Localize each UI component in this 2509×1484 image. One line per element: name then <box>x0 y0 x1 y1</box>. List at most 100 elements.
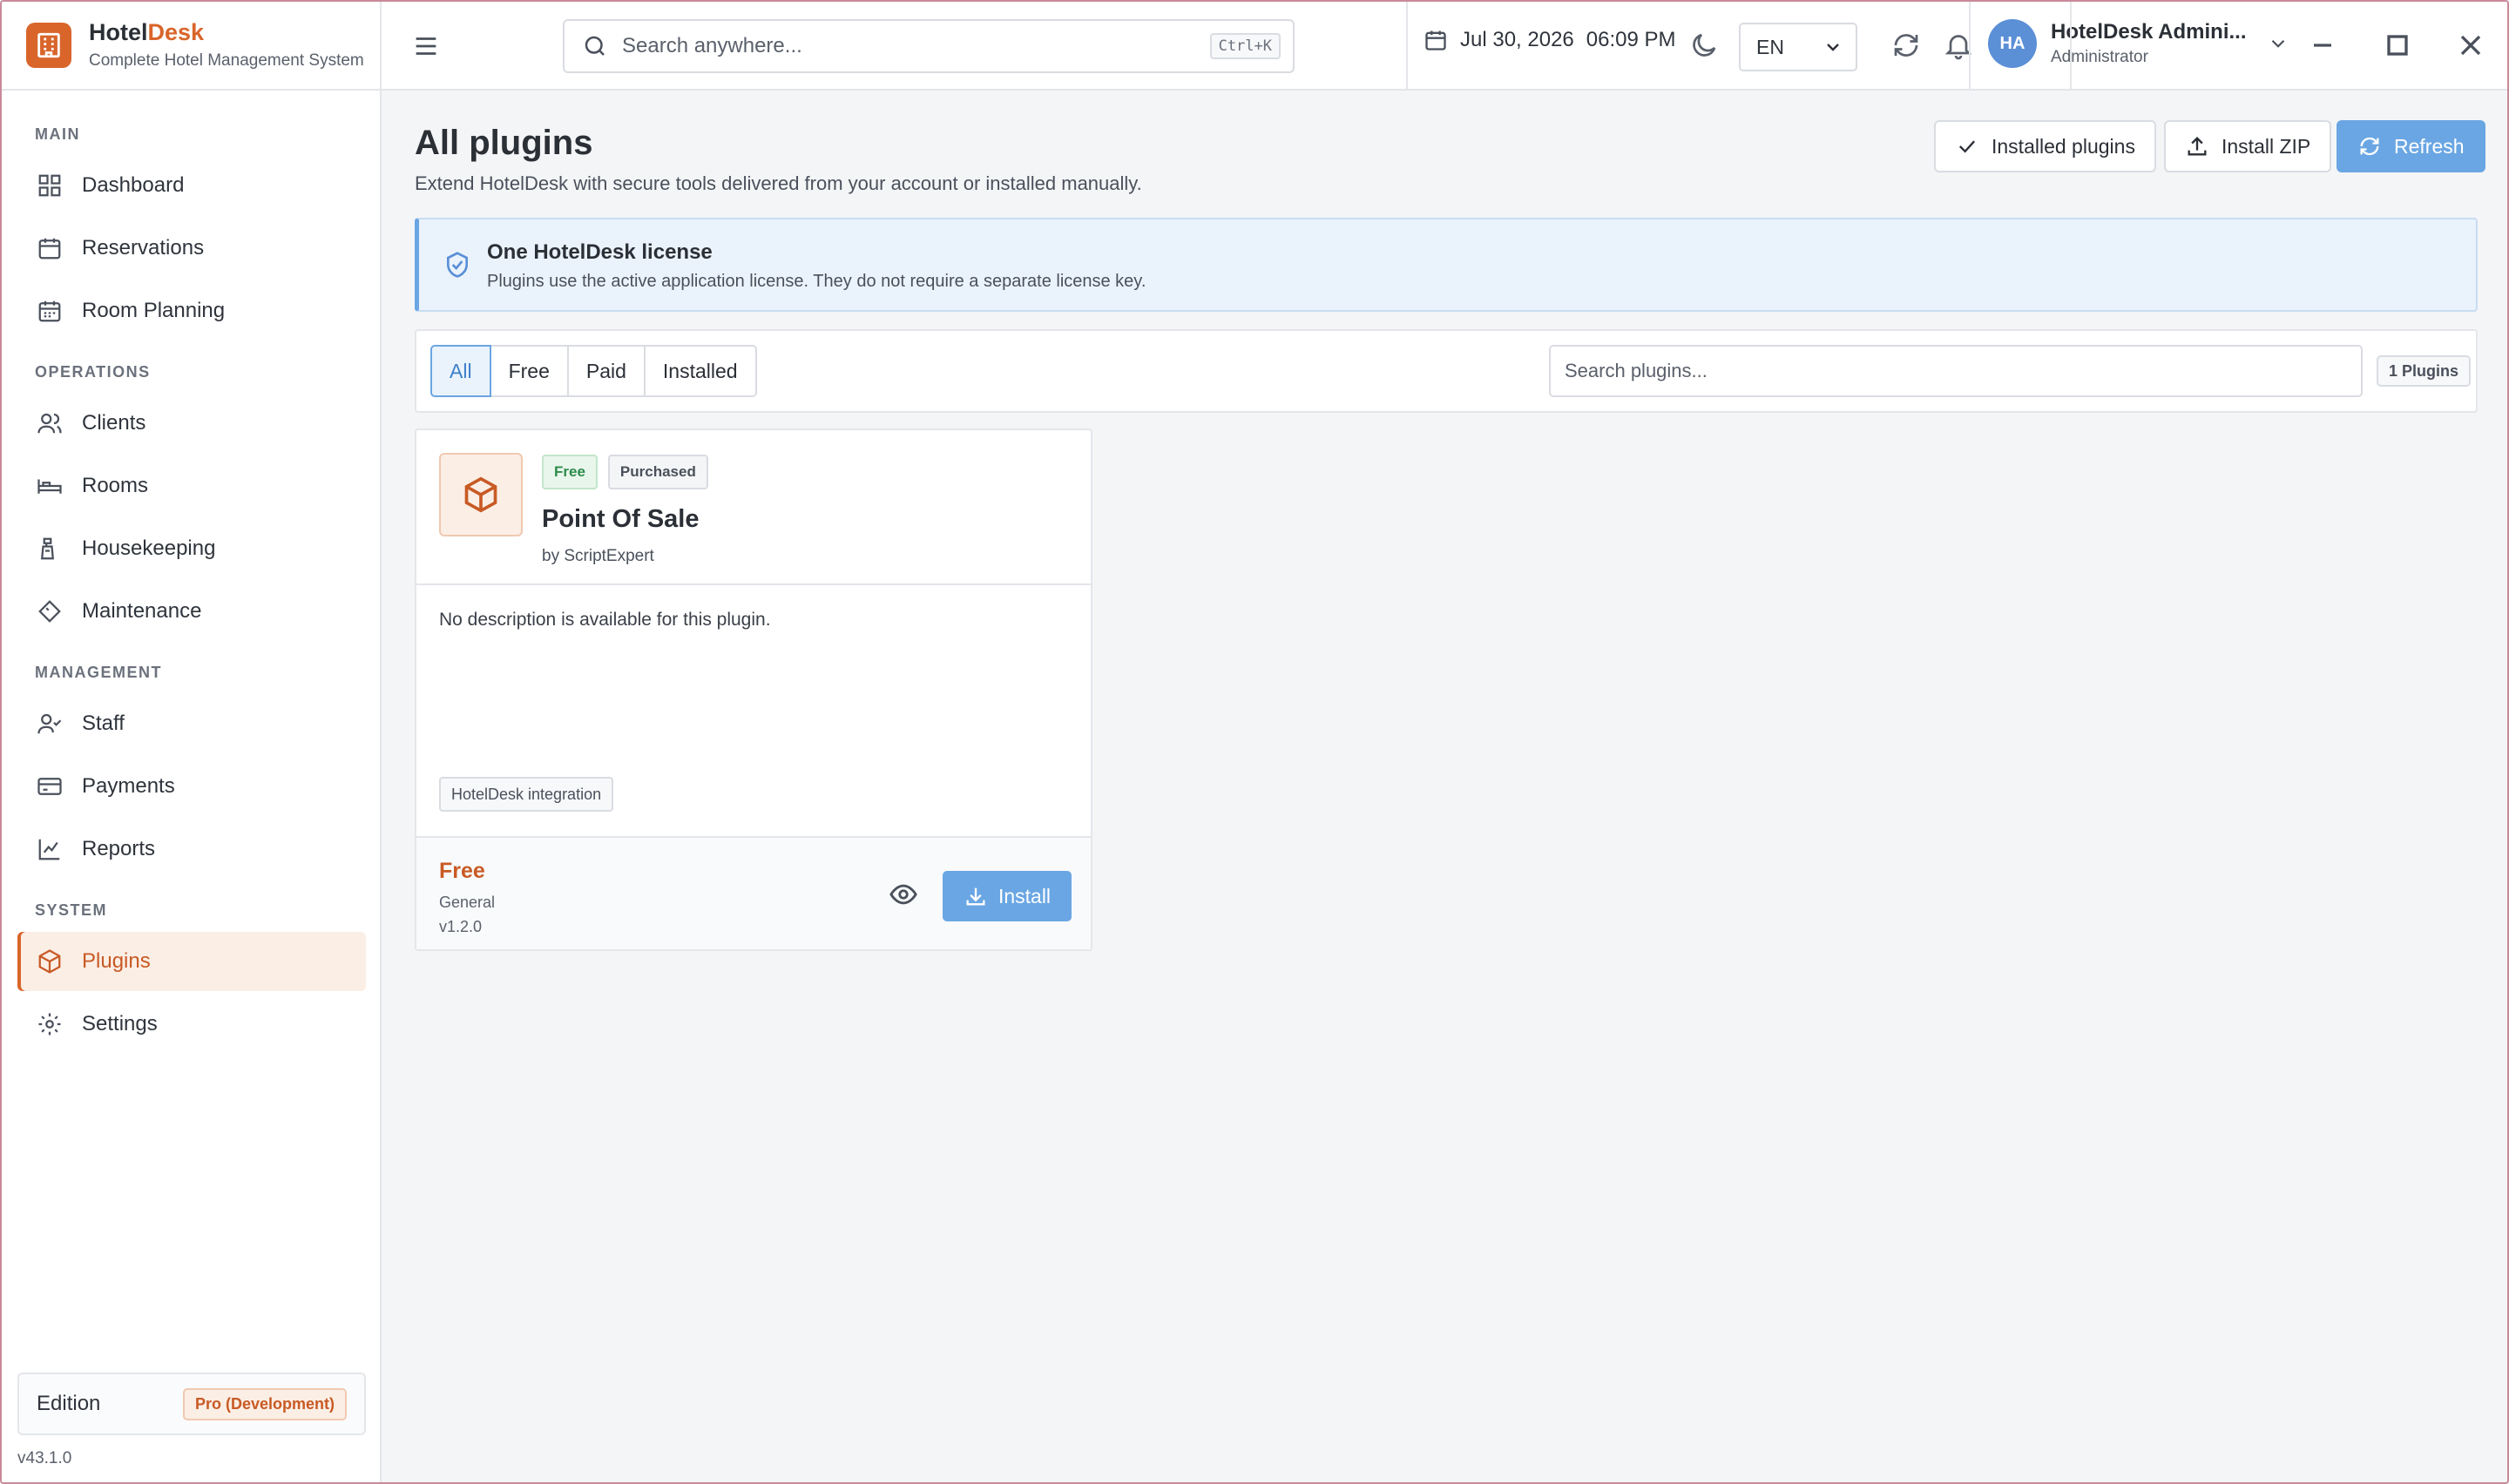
theme-toggle-button[interactable] <box>1688 30 1720 61</box>
users-icon <box>37 413 62 434</box>
preview-button[interactable] <box>889 880 920 911</box>
install-zip-label: Install ZIP <box>2222 134 2311 158</box>
installed-plugins-button[interactable]: Installed plugins <box>1934 120 2156 172</box>
upload-icon <box>2188 137 2207 156</box>
nav-section-operations: OPERATIONS Clients Rooms Housekeeping Ma… <box>17 363 366 641</box>
sidebar-item-clients[interactable]: Clients <box>17 394 366 453</box>
brand-name: HotelDesk <box>89 19 364 46</box>
tab-paid[interactable]: Paid <box>566 345 646 397</box>
notice-title: One HotelDesk license <box>487 240 713 264</box>
maximize-icon <box>2387 35 2408 56</box>
plugin-version: v1.2.0 <box>439 918 483 935</box>
shield-check-icon <box>447 252 468 278</box>
plugin-card-footer: Free General v1.2.0 Install <box>416 836 1091 949</box>
sidebar-item-plugins[interactable]: Plugins <box>17 932 366 991</box>
sidebar-nav: MAIN Dashboard Reservations Room Plannin… <box>2 91 380 1054</box>
language-select[interactable]: EN <box>1739 23 1857 71</box>
refresh-icon <box>1894 34 1918 57</box>
language-value: EN <box>1756 35 1784 58</box>
calendar-icon <box>1425 30 1446 51</box>
nav-section-management: MANAGEMENT Staff Payments Reports <box>17 664 366 879</box>
credit-card-icon <box>37 778 62 795</box>
page-title: All plugins <box>415 124 593 162</box>
nav-section-title: MANAGEMENT <box>35 664 162 681</box>
brand: HotelDesk Complete Hotel Management Syst… <box>2 2 380 91</box>
search-placeholder: Search anywhere... <box>622 34 802 57</box>
calendar-grid-icon <box>38 300 61 322</box>
plugin-name: Point Of Sale <box>542 505 700 533</box>
sidebar-item-staff[interactable]: Staff <box>17 694 366 753</box>
user-name: HotelDesk Admini... <box>2051 20 2247 44</box>
sidebar-item-label: Staff <box>82 712 125 735</box>
user-menu[interactable]: HA HotelDesk Admini... Administrator <box>1988 19 2289 68</box>
install-button[interactable]: Install <box>943 871 1072 921</box>
bed-icon <box>37 479 62 494</box>
sidebar-item-dashboard[interactable]: Dashboard <box>17 156 366 215</box>
sync-button[interactable] <box>1890 30 1922 61</box>
nav-section-main: MAIN Dashboard Reservations Room Plannin… <box>17 125 366 341</box>
sidebar-item-label: Settings <box>82 1012 158 1035</box>
sidebar-item-housekeeping[interactable]: Housekeeping <box>17 519 366 578</box>
nav-section-title: MAIN <box>35 125 80 143</box>
close-icon <box>2460 35 2481 56</box>
app-version: v43.1.0 <box>17 1449 72 1467</box>
menu-toggle-button[interactable] <box>411 31 441 61</box>
sidebar-item-label: Room Planning <box>82 299 226 322</box>
refresh-button[interactable]: Refresh <box>2337 120 2485 172</box>
broom-icon <box>41 537 54 560</box>
plugin-description: No description is available for this plu… <box>439 610 771 630</box>
moon-icon <box>1693 33 1716 57</box>
tab-all[interactable]: All <box>430 345 491 397</box>
free-badge: Free <box>542 455 598 489</box>
sidebar-item-reports[interactable]: Reports <box>17 820 366 879</box>
plugin-search-input[interactable]: Search plugins... <box>1549 345 2363 397</box>
brand-subtitle: Complete Hotel Management System <box>89 51 364 70</box>
calendar-icon <box>38 238 61 260</box>
main-content: All plugins Extend HotelDesk with secure… <box>382 91 2507 1482</box>
chart-line-icon <box>38 839 60 860</box>
hamburger-icon <box>416 37 436 55</box>
filter-tabs: All Free Paid Installed <box>430 345 757 397</box>
divider <box>2070 2 2072 91</box>
global-search-input[interactable]: Search anywhere... Ctrl+K <box>563 19 1295 73</box>
gear-icon <box>38 1013 61 1035</box>
chevron-down-icon <box>1827 44 1839 51</box>
tab-installed[interactable]: Installed <box>643 345 757 397</box>
maximize-button[interactable] <box>2380 28 2415 63</box>
nav-section-title: SYSTEM <box>35 901 108 919</box>
sidebar-item-reservations[interactable]: Reservations <box>17 219 366 278</box>
sidebar-item-payments[interactable]: Payments <box>17 757 366 816</box>
sidebar-item-rooms[interactable]: Rooms <box>17 456 366 516</box>
refresh-label: Refresh <box>2394 134 2465 158</box>
install-zip-button[interactable]: Install ZIP <box>2164 120 2332 172</box>
plugin-badges: Free Purchased <box>542 455 708 489</box>
package-icon <box>38 949 61 974</box>
divider <box>1969 2 1971 91</box>
hotel-building-icon <box>26 23 71 68</box>
license-notice: One HotelDesk license Plugins use the ac… <box>415 218 2478 312</box>
eye-icon <box>889 884 917 905</box>
edition-panel: Edition Pro (Development) <box>17 1373 366 1435</box>
sidebar-item-maintenance[interactable]: Maintenance <box>17 582 366 641</box>
install-label: Install <box>998 884 1052 907</box>
minimize-icon <box>2314 44 2331 47</box>
brand-name-prefix: Hotel <box>89 19 148 46</box>
sidebar-item-room-planning[interactable]: Room Planning <box>17 281 366 341</box>
plugin-card-header: Free Purchased Point Of Sale by ScriptEx… <box>416 430 1091 585</box>
sidebar-item-settings[interactable]: Settings <box>17 995 366 1054</box>
sidebar-item-label: Reports <box>82 837 156 860</box>
sidebar-item-label: Plugins <box>82 949 151 973</box>
close-window-button[interactable] <box>2453 28 2488 63</box>
tab-free[interactable]: Free <box>489 345 569 397</box>
download-icon <box>966 887 985 906</box>
plugin-price: Free <box>439 859 485 883</box>
plugin-category: General <box>439 894 496 911</box>
minimize-button[interactable] <box>2305 28 2340 63</box>
topbar: Search anywhere... Ctrl+K Jul 30, 2026 0… <box>382 2 2507 91</box>
chevron-down-icon <box>2272 39 2285 48</box>
user-check-icon <box>37 713 62 734</box>
package-icon <box>464 476 497 513</box>
avatar: HA <box>1988 19 2037 68</box>
notice-text: Plugins use the active application licen… <box>487 272 1146 291</box>
brand-name-suffix: Desk <box>147 19 205 46</box>
